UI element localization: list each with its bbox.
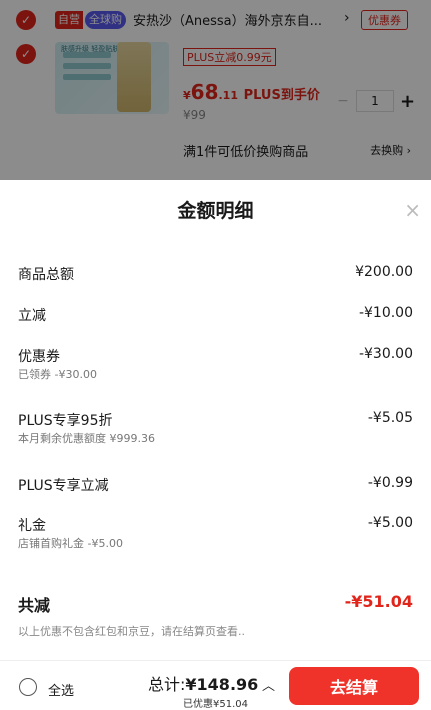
detail-sub: 店铺首购礼金 -¥5.00	[18, 537, 123, 550]
amount-detail-sheet: 金额明细 × 商品总额 ¥200.00 立减 -¥10.00 优惠券 -¥30.…	[0, 180, 431, 660]
checkout-bar: 全选 总计:¥148.96 已优惠¥51.04 ︿ 去结算	[0, 660, 431, 710]
total-reduction-label: 共减	[18, 596, 51, 615]
detail-label: PLUS专享95折	[18, 413, 113, 429]
detail-value: -¥30.00	[358, 346, 413, 362]
total-reduction-value: -¥51.04	[344, 592, 413, 611]
total-amount: ¥148.96	[185, 675, 259, 694]
detail-label: 立减	[18, 308, 46, 324]
dim-overlay[interactable]	[0, 0, 431, 180]
detail-value: -¥5.00	[367, 515, 413, 531]
detail-label: 商品总额	[18, 267, 74, 283]
chevron-up-icon[interactable]: ︿	[262, 675, 275, 694]
checkout-button[interactable]: 去结算	[289, 667, 419, 705]
close-icon[interactable]: ×	[404, 198, 421, 222]
total-price: 总计:¥148.96	[148, 671, 258, 695]
detail-value: -¥5.05	[367, 410, 413, 426]
detail-label: 优惠券	[18, 349, 60, 365]
sheet-title: 金额明细	[177, 200, 254, 222]
detail-sub: 已领券 -¥30.00	[18, 368, 97, 381]
total-prefix: 总计:	[148, 675, 186, 694]
detail-value: ¥200.00	[355, 264, 413, 280]
select-all-label[interactable]: 全选	[48, 680, 74, 699]
select-all-radio[interactable]	[19, 678, 37, 696]
detail-value: -¥0.99	[367, 475, 413, 491]
detail-label: 礼金	[18, 518, 46, 534]
discount-note: 以上优惠不包含红包和京豆，请在结算页查看..	[18, 625, 245, 638]
detail-label: PLUS专享立减	[18, 478, 109, 494]
detail-sub: 本月剩余优惠额度 ¥999.36	[18, 432, 155, 445]
detail-value: -¥10.00	[358, 305, 413, 321]
